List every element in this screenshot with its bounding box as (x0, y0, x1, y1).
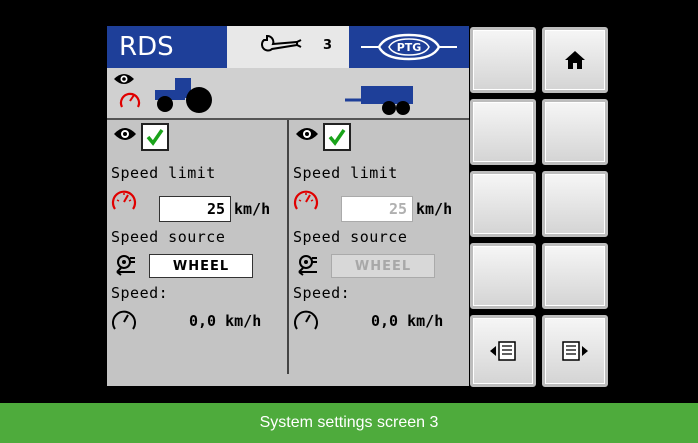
home-icon (565, 51, 585, 69)
terminal-screen: RDS 3 PTG Speed limit 25 km/h Speed sour… (107, 26, 469, 386)
vehicle-row (107, 68, 469, 120)
settings-indicator: 3 (227, 26, 349, 68)
current-speed-value: 0,0 km/h (189, 312, 262, 330)
speed-limit-label: Speed limit (111, 164, 216, 182)
app-title: RDS (107, 26, 227, 68)
speed-limit-input-disabled: 25 (341, 196, 413, 222)
speed-source-label: Speed source (293, 228, 408, 246)
next-page-icon (562, 341, 588, 361)
speed-label: Speed: (293, 284, 351, 302)
trailer-icon (345, 86, 413, 115)
softkey-6[interactable] (542, 171, 608, 237)
visibility-eye-icon (114, 128, 136, 140)
wheel-sensor-icon (298, 255, 317, 276)
softkey-7[interactable] (470, 243, 536, 309)
trailer-settings: Speed limit 25 km/h Speed source WHEEL S… (289, 120, 469, 386)
softkey-1[interactable] (470, 27, 536, 93)
speed-source-select-disabled: WHEEL (331, 254, 435, 278)
speed-limit-unit: km/h (234, 200, 271, 218)
speed-gauge-icon (293, 190, 319, 210)
visibility-eye-icon (296, 128, 318, 140)
previous-page-icon (490, 341, 516, 361)
visibility-checkbox[interactable] (141, 123, 169, 151)
speedometer-icon (112, 310, 136, 330)
softkey-3[interactable] (470, 99, 536, 165)
softkey-5[interactable] (470, 171, 536, 237)
checkmark-icon (146, 129, 164, 146)
wrench-icon (261, 35, 302, 52)
checkmark-icon (328, 129, 346, 146)
home-button[interactable] (542, 27, 608, 93)
softkey-4[interactable] (542, 99, 608, 165)
current-speed-value: 0,0 km/h (371, 312, 444, 330)
speed-limit-input[interactable]: 25 (159, 196, 231, 222)
speed-source-label: Speed source (111, 228, 226, 246)
next-page-button[interactable] (542, 315, 608, 387)
speed-limit-label: Speed limit (293, 164, 398, 182)
previous-page-button[interactable] (470, 315, 536, 387)
tractor-settings: Speed limit 25 km/h Speed source WHEEL S… (107, 120, 287, 386)
header-bar: RDS 3 PTG (107, 26, 469, 68)
eye-icon (114, 74, 134, 84)
screen-number: 3 (323, 38, 333, 53)
screen-caption: System settings screen 3 (0, 403, 698, 443)
speed-source-select[interactable]: WHEEL (149, 254, 253, 278)
speed-gauge-icon (111, 190, 137, 210)
visibility-checkbox[interactable] (323, 123, 351, 151)
wheel-sensor-icon (116, 255, 135, 276)
ptg-logo: PTG (349, 26, 469, 68)
softkey-8[interactable] (542, 243, 608, 309)
speed-gauge-icon (119, 92, 141, 108)
ptg-logo-text: PTG (397, 41, 422, 54)
speed-limit-unit: km/h (416, 200, 453, 218)
tractor-icon (155, 78, 212, 113)
speedometer-icon (294, 310, 318, 330)
speed-label: Speed: (111, 284, 169, 302)
